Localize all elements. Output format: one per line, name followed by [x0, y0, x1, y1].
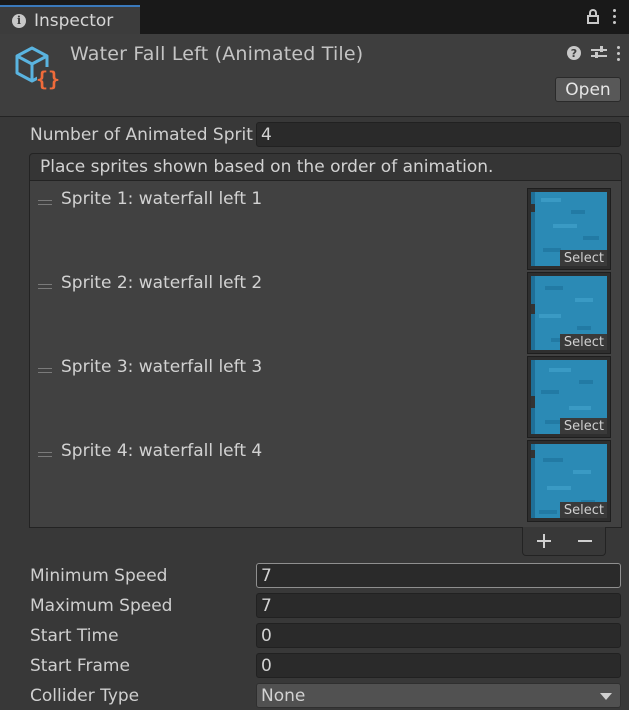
kebab-menu-icon[interactable] [613, 8, 617, 24]
sprite-label: Sprite 3: waterfall left 3 [61, 357, 263, 377]
info-icon: i [12, 13, 26, 28]
chevron-down-icon [600, 693, 612, 700]
list-item[interactable]: Sprite 2: waterfall left 2 Select [30, 265, 621, 354]
start-time-field[interactable]: 0 [256, 623, 621, 648]
sprite-list-header-text: Place sprites shown based on the order o… [40, 157, 494, 177]
drag-handle-icon[interactable] [38, 284, 52, 292]
list-item[interactable]: Sprite 3: waterfall left 3 Select [30, 349, 621, 438]
preset-sliders-icon[interactable] [591, 46, 607, 60]
tab-bar: i Inspector [0, 0, 629, 34]
collider-type-value: None [261, 685, 306, 706]
sprite-label: Sprite 1: waterfall left 1 [61, 189, 263, 209]
min-speed-label: Minimum Speed [30, 566, 168, 586]
sprite-list-header: Place sprites shown based on the order o… [29, 153, 622, 181]
start-time-label: Start Time [30, 626, 119, 646]
list-item[interactable]: Sprite 1: waterfall left 1 Select [30, 181, 621, 270]
sprite-label: Sprite 4: waterfall left 4 [61, 441, 263, 461]
drag-handle-icon[interactable] [38, 200, 52, 208]
max-speed-field[interactable]: 7 [256, 593, 621, 618]
plus-icon[interactable] [536, 534, 551, 548]
scriptable-object-cube-icon: {} [15, 46, 60, 91]
start-frame-label: Start Frame [30, 656, 130, 676]
list-item[interactable]: Sprite 4: waterfall left 4 Select [30, 433, 621, 522]
select-button[interactable]: Select [559, 502, 607, 518]
select-button[interactable]: Select [559, 418, 607, 434]
max-speed-label: Maximum Speed [30, 596, 173, 616]
kebab-menu-icon[interactable] [617, 45, 621, 61]
num-sprites-field[interactable]: 4 [256, 122, 621, 147]
tab-inspector[interactable]: i Inspector [0, 5, 140, 34]
sprite-list: Sprite 1: waterfall left 1 Select Sprite… [29, 180, 622, 528]
open-button[interactable]: Open [555, 77, 621, 102]
sprite-thumbnail[interactable]: Select [527, 356, 611, 438]
tab-actions [587, 8, 617, 24]
inspector-header: {} Water Fall Left (Animated Tile) ? Ope… [0, 34, 629, 117]
collider-type-dropdown[interactable]: None [256, 683, 621, 708]
asset-title: Water Fall Left (Animated Tile) [70, 43, 364, 65]
header-actions: ? [567, 45, 621, 61]
sprite-thumbnail[interactable]: Select [527, 188, 611, 270]
select-button[interactable]: Select [559, 250, 607, 266]
drag-handle-icon[interactable] [38, 452, 52, 460]
num-sprites-label: Number of Animated Sprit [30, 125, 253, 145]
min-speed-field[interactable]: 7 [256, 563, 621, 588]
sprite-thumbnail[interactable]: Select [527, 272, 611, 354]
sprite-thumbnail[interactable]: Select [527, 440, 611, 522]
list-footer [522, 527, 606, 556]
collider-type-label: Collider Type [30, 686, 140, 706]
tab-label: Inspector [34, 10, 114, 31]
sprite-label: Sprite 2: waterfall left 2 [61, 273, 263, 293]
select-button[interactable]: Select [559, 334, 607, 350]
start-frame-field[interactable]: 0 [256, 653, 621, 678]
lock-icon[interactable] [587, 8, 599, 24]
drag-handle-icon[interactable] [38, 368, 52, 376]
svg-text:{}: {} [36, 67, 60, 91]
minus-icon[interactable] [577, 534, 592, 548]
help-icon[interactable]: ? [567, 46, 581, 60]
